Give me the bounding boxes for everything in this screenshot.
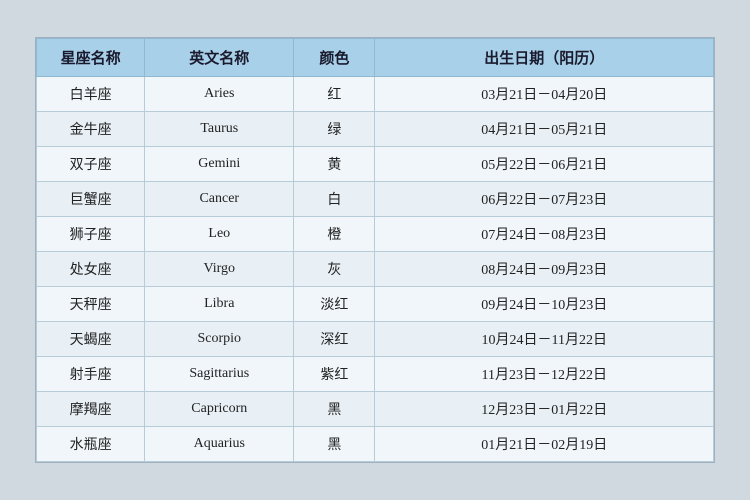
cell-english: Aquarius (145, 427, 294, 462)
cell-chinese: 处女座 (37, 252, 145, 287)
cell-english: Cancer (145, 182, 294, 217)
cell-color: 黄 (294, 147, 375, 182)
cell-chinese: 巨蟹座 (37, 182, 145, 217)
zodiac-table-container: 星座名称 英文名称 颜色 出生日期（阳历） 白羊座Aries红03月21日－04… (35, 37, 715, 463)
table-body: 白羊座Aries红03月21日－04月20日金牛座Taurus绿04月21日－0… (37, 77, 714, 462)
cell-color: 黑 (294, 427, 375, 462)
header-date: 出生日期（阳历） (375, 39, 714, 77)
cell-english: Aries (145, 77, 294, 112)
table-row: 狮子座Leo橙07月24日－08月23日 (37, 217, 714, 252)
cell-chinese: 天蝎座 (37, 322, 145, 357)
header-chinese: 星座名称 (37, 39, 145, 77)
cell-color: 橙 (294, 217, 375, 252)
cell-color: 淡红 (294, 287, 375, 322)
cell-date: 04月21日－05月21日 (375, 112, 714, 147)
table-header-row: 星座名称 英文名称 颜色 出生日期（阳历） (37, 39, 714, 77)
cell-date: 07月24日－08月23日 (375, 217, 714, 252)
cell-english: Taurus (145, 112, 294, 147)
cell-english: Leo (145, 217, 294, 252)
cell-english: Virgo (145, 252, 294, 287)
cell-english: Capricorn (145, 392, 294, 427)
cell-color: 灰 (294, 252, 375, 287)
table-row: 水瓶座Aquarius黑01月21日－02月19日 (37, 427, 714, 462)
cell-date: 03月21日－04月20日 (375, 77, 714, 112)
cell-date: 05月22日－06月21日 (375, 147, 714, 182)
cell-chinese: 白羊座 (37, 77, 145, 112)
cell-date: 12月23日－01月22日 (375, 392, 714, 427)
cell-english: Gemini (145, 147, 294, 182)
table-row: 金牛座Taurus绿04月21日－05月21日 (37, 112, 714, 147)
cell-chinese: 水瓶座 (37, 427, 145, 462)
table-row: 摩羯座Capricorn黑12月23日－01月22日 (37, 392, 714, 427)
cell-date: 08月24日－09月23日 (375, 252, 714, 287)
table-row: 处女座Virgo灰08月24日－09月23日 (37, 252, 714, 287)
header-english: 英文名称 (145, 39, 294, 77)
cell-color: 紫红 (294, 357, 375, 392)
cell-date: 11月23日－12月22日 (375, 357, 714, 392)
table-row: 射手座Sagittarius紫红11月23日－12月22日 (37, 357, 714, 392)
table-row: 巨蟹座Cancer白06月22日－07月23日 (37, 182, 714, 217)
cell-date: 01月21日－02月19日 (375, 427, 714, 462)
cell-color: 白 (294, 182, 375, 217)
cell-date: 06月22日－07月23日 (375, 182, 714, 217)
cell-english: Sagittarius (145, 357, 294, 392)
cell-english: Libra (145, 287, 294, 322)
cell-color: 红 (294, 77, 375, 112)
cell-date: 09月24日－10月23日 (375, 287, 714, 322)
cell-chinese: 狮子座 (37, 217, 145, 252)
cell-chinese: 射手座 (37, 357, 145, 392)
table-row: 天蝎座Scorpio深红10月24日－11月22日 (37, 322, 714, 357)
cell-color: 深红 (294, 322, 375, 357)
cell-chinese: 天秤座 (37, 287, 145, 322)
cell-chinese: 金牛座 (37, 112, 145, 147)
cell-chinese: 摩羯座 (37, 392, 145, 427)
table-row: 天秤座Libra淡红09月24日－10月23日 (37, 287, 714, 322)
cell-chinese: 双子座 (37, 147, 145, 182)
zodiac-table: 星座名称 英文名称 颜色 出生日期（阳历） 白羊座Aries红03月21日－04… (36, 38, 714, 462)
cell-english: Scorpio (145, 322, 294, 357)
header-color: 颜色 (294, 39, 375, 77)
cell-color: 黑 (294, 392, 375, 427)
table-row: 白羊座Aries红03月21日－04月20日 (37, 77, 714, 112)
table-row: 双子座Gemini黄05月22日－06月21日 (37, 147, 714, 182)
cell-color: 绿 (294, 112, 375, 147)
cell-date: 10月24日－11月22日 (375, 322, 714, 357)
